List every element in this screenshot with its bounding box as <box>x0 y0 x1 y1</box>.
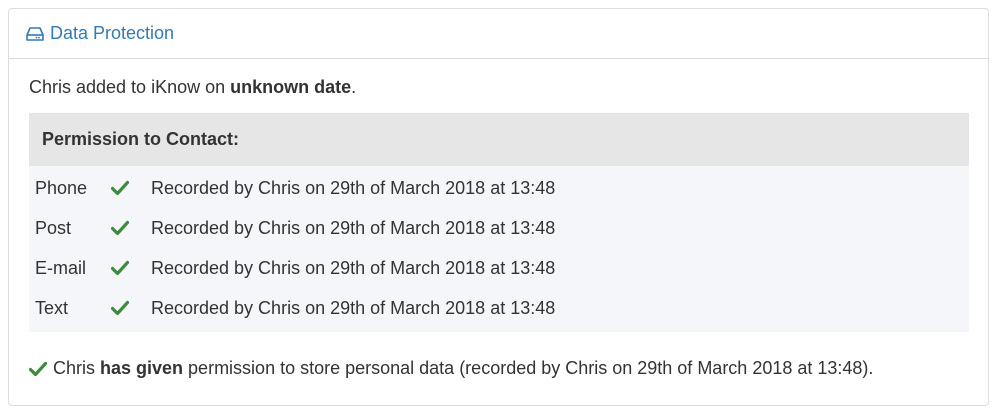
consent-emphasis: has given <box>100 358 184 378</box>
check-icon <box>111 260 151 276</box>
check-icon <box>111 180 151 196</box>
hard-drive-icon <box>26 25 44 43</box>
permission-method: E-mail <box>35 257 87 278</box>
data-protection-panel: Data Protection Chris added to iKnow on … <box>8 8 989 406</box>
added-to-iknow-line: Chris added to iKnow on unknown date. <box>29 75 968 99</box>
consent-text: Chris has given permission to store pers… <box>53 358 873 379</box>
permission-method: Post <box>35 217 72 238</box>
permission-recorded: Recorded by Chris on 29th of March 2018 … <box>151 297 556 318</box>
permission-header: Permission to Contact: <box>29 113 969 166</box>
check-icon <box>29 361 53 377</box>
added-suffix: . <box>351 77 357 97</box>
consent-prefix: Chris <box>53 358 101 378</box>
consent-suffix: permission to store personal data (recor… <box>183 358 874 378</box>
permission-method: Phone <box>35 177 88 198</box>
added-prefix: Chris added to iKnow on <box>29 77 231 97</box>
permission-rows: Phone Recorded by Chris on 29th of March… <box>29 166 969 332</box>
permission-recorded: Recorded by Chris on 29th of March 2018 … <box>151 257 556 278</box>
permission-method: Text <box>35 297 69 318</box>
permission-row-text: Text Recorded by Chris on 29th of March … <box>29 288 969 328</box>
panel-body: Chris added to iKnow on unknown date. Pe… <box>9 75 988 379</box>
permission-row-phone: Phone Recorded by Chris on 29th of March… <box>29 168 969 208</box>
permission-row-email: E-mail Recorded by Chris on 29th of Marc… <box>29 248 969 288</box>
data-storage-consent: Chris has given permission to store pers… <box>29 358 968 379</box>
permission-table: Permission to Contact: Phone Recorded by… <box>29 113 969 332</box>
permission-row-post: Post Recorded by Chris on 29th of March … <box>29 208 969 248</box>
added-date: unknown date <box>230 77 352 97</box>
data-protection-link[interactable]: Data Protection <box>26 23 174 44</box>
check-icon <box>111 220 151 236</box>
panel-title: Data Protection <box>50 23 175 43</box>
permission-recorded: Recorded by Chris on 29th of March 2018 … <box>151 217 556 238</box>
panel-heading: Data Protection <box>9 9 988 59</box>
permission-recorded: Recorded by Chris on 29th of March 2018 … <box>151 177 556 198</box>
check-icon <box>111 300 151 316</box>
